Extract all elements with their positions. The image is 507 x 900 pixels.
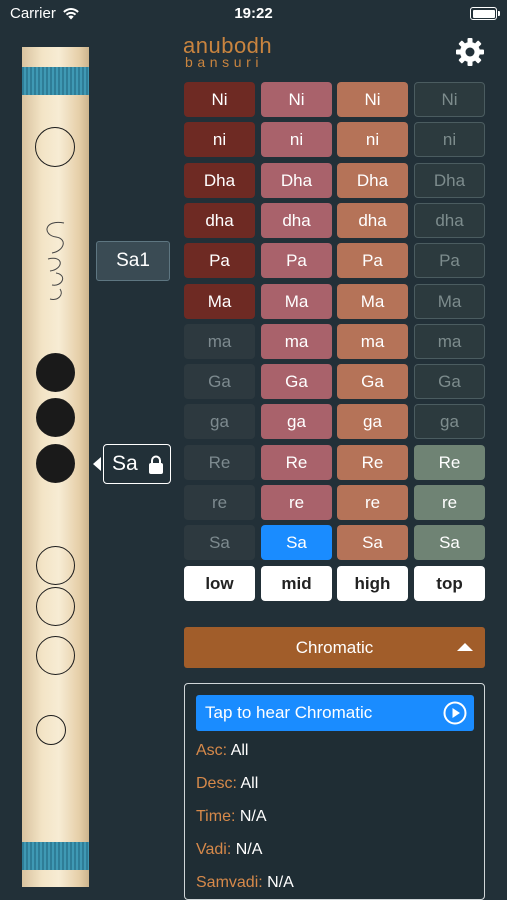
key-label: Sa <box>112 452 138 475</box>
note-cell-high[interactable]: re <box>337 485 408 520</box>
note-cell-low[interactable]: Ga <box>184 364 255 399</box>
signature-logo <box>46 221 65 300</box>
note-cell-top[interactable]: Ni <box>414 82 485 117</box>
octave-button-high[interactable]: high <box>337 566 408 601</box>
note-cell-high[interactable]: ga <box>337 404 408 439</box>
note-cell-high[interactable]: Ma <box>337 284 408 319</box>
note-cell-top[interactable]: Ma <box>414 284 485 319</box>
note-cell-top[interactable]: Ga <box>414 364 485 399</box>
note-cell-mid[interactable]: re <box>261 485 332 520</box>
note-cell-mid[interactable]: Dha <box>261 163 332 198</box>
flute-hole-6[interactable] <box>36 587 75 626</box>
note-cell-low[interactable]: Pa <box>184 243 255 278</box>
hear-raga-label: Tap to hear Chromatic <box>205 703 373 722</box>
note-cell-high[interactable]: Ga <box>337 364 408 399</box>
note-cell-high[interactable]: Dha <box>337 163 408 198</box>
note-cell-mid[interactable]: ni <box>261 122 332 157</box>
battery-icon <box>470 7 500 20</box>
hear-raga-button[interactable]: Tap to hear Chromatic <box>196 695 474 731</box>
note-cell-mid-selected[interactable]: Sa <box>261 525 332 560</box>
play-icon <box>443 701 467 725</box>
note-cell-low[interactable]: Dha <box>184 163 255 198</box>
note-cell-low[interactable]: dha <box>184 203 255 238</box>
note-cell-low[interactable]: ni <box>184 122 255 157</box>
note-cell-low[interactable]: ga <box>184 404 255 439</box>
note-cell-low[interactable]: ma <box>184 324 255 359</box>
raga-detail-vadi: Vadi: N/A <box>196 841 263 858</box>
key-lock-button[interactable]: Sa <box>103 444 171 484</box>
raga-detail-asc: Asc: All <box>196 742 249 759</box>
note-cell-mid[interactable]: Pa <box>261 243 332 278</box>
note-cell-high[interactable]: Pa <box>337 243 408 278</box>
pointer-arrow-icon <box>93 457 101 471</box>
caret-up-icon <box>457 643 473 651</box>
note-cell-mid[interactable]: ma <box>261 324 332 359</box>
flute <box>22 47 89 887</box>
raga-name: Chromatic <box>295 637 374 657</box>
clock: 19:22 <box>234 5 273 22</box>
note-cell-low[interactable]: Ni <box>184 82 255 117</box>
note-cell-high[interactable]: Re <box>337 445 408 480</box>
note-cell-mid[interactable]: Ma <box>261 284 332 319</box>
raga-dropdown[interactable]: Chromatic <box>184 627 485 668</box>
note-cell-high[interactable]: Sa <box>337 525 408 560</box>
note-cell-mid[interactable]: ga <box>261 404 332 439</box>
flute-hole-4[interactable] <box>36 444 75 483</box>
note-cell-high[interactable]: dha <box>337 203 408 238</box>
flute-hole-7[interactable] <box>36 636 75 675</box>
flute-top-band <box>22 67 89 95</box>
note-cell-low[interactable]: Ma <box>184 284 255 319</box>
note-cell-mid[interactable]: dha <box>261 203 332 238</box>
flute-hole-1[interactable] <box>35 127 75 167</box>
octave-button-mid[interactable]: mid <box>261 566 332 601</box>
note-cell-mid[interactable]: Ni <box>261 82 332 117</box>
raga-detail-samvadi: Samvadi: N/A <box>196 874 294 891</box>
note-cell-high[interactable]: Ni <box>337 82 408 117</box>
status-bar: Carrier 19:22 <box>0 0 507 28</box>
flute-bottom-band <box>22 842 89 870</box>
raga-info-panel: Tap to hear Chromatic Asc: All Desc: All… <box>184 683 485 900</box>
note-cell-top[interactable]: Sa <box>414 525 485 560</box>
lock-icon <box>148 455 163 474</box>
note-cell-low[interactable]: Sa <box>184 525 255 560</box>
note-cell-mid[interactable]: Re <box>261 445 332 480</box>
note-cell-mid[interactable]: Ga <box>261 364 332 399</box>
note-cell-top[interactable]: Re <box>414 445 485 480</box>
octave-button-top[interactable]: top <box>414 566 485 601</box>
note-cell-low[interactable]: Re <box>184 445 255 480</box>
note-cell-top[interactable]: ni <box>414 122 485 157</box>
flute-hole-2[interactable] <box>36 353 75 392</box>
note-cell-top[interactable]: re <box>414 485 485 520</box>
note-cell-low[interactable]: re <box>184 485 255 520</box>
note-cell-high[interactable]: ma <box>337 324 408 359</box>
note-cell-top[interactable]: dha <box>414 203 485 238</box>
raga-detail-desc: Desc: All <box>196 775 259 792</box>
flute-hole-5[interactable] <box>36 546 75 585</box>
pitch-label[interactable]: Sa1 <box>96 241 170 281</box>
flute-hole-8[interactable] <box>36 715 66 745</box>
raga-detail-time: Time: N/A <box>196 808 267 825</box>
note-cell-high[interactable]: ni <box>337 122 408 157</box>
gear-icon[interactable] <box>455 37 485 67</box>
flute-hole-3[interactable] <box>36 398 75 437</box>
note-cell-top[interactable]: Pa <box>414 243 485 278</box>
app-logo-subtitle: bansuri <box>185 54 264 70</box>
note-cell-top[interactable]: Dha <box>414 163 485 198</box>
app-logo: anubodh <box>183 33 273 58</box>
octave-button-low[interactable]: low <box>184 566 255 601</box>
note-cell-top[interactable]: ga <box>414 404 485 439</box>
note-cell-top[interactable]: ma <box>414 324 485 359</box>
